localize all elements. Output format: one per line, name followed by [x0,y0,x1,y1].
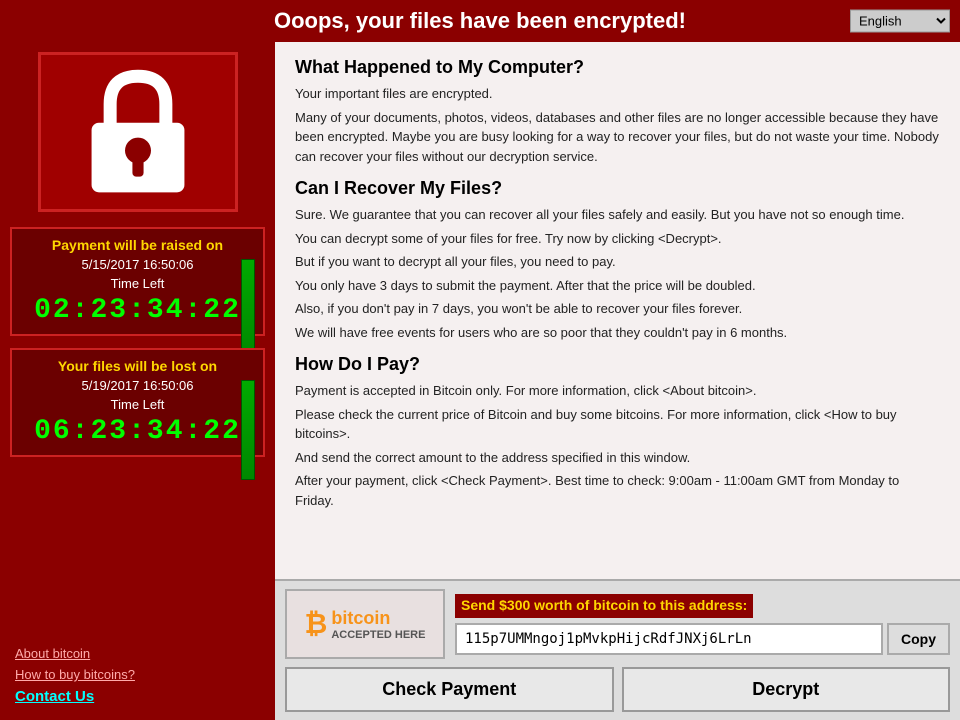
section2-p6: We will have free events for users who a… [295,323,940,343]
timer2-bar [241,380,255,480]
bitcoin-label1: bitcoin [331,608,425,629]
bitcoin-logo: ₿ bitcoin ACCEPTED HERE [285,589,445,659]
padlock-icon [78,67,198,197]
section3-p4: After your payment, click <Check Payment… [295,471,940,510]
right-panel: What Happened to My Computer? Your impor… [275,42,960,720]
bitcoin-accepted-label: ACCEPTED HERE [331,629,425,641]
timer2-countdown: 06:23:34:22 [22,416,253,447]
section3-p3: And send the correct amount to the addre… [295,448,940,468]
content-area[interactable]: What Happened to My Computer? Your impor… [275,42,960,579]
section2-p3: But if you want to decrypt all your file… [295,252,940,272]
send-label: Send $300 worth of bitcoin to this addre… [461,597,747,613]
language-select[interactable]: English [850,10,950,33]
timer1-date: 5/15/2017 16:50:06 [22,257,253,272]
section3-p2: Please check the current price of Bitcoi… [295,405,940,444]
header-title: Ooops, your files have been encrypted! [274,8,686,34]
header: Ooops, your files have been encrypted! E… [0,0,960,42]
padlock-container [38,52,238,212]
timer2-date: 5/19/2017 16:50:06 [22,378,253,393]
timer2-label: Time Left [22,397,253,412]
address-area: Send $300 worth of bitcoin to this addre… [455,594,950,655]
section3-p1: Payment is accepted in Bitcoin only. For… [295,381,940,401]
bitcoin-row: ₿ bitcoin ACCEPTED HERE Send $300 worth … [285,589,950,659]
left-panel: Payment will be raised on 5/15/2017 16:5… [0,42,275,720]
timer-box-2: Your files will be lost on 5/19/2017 16:… [10,348,265,457]
how-to-buy-link[interactable]: How to buy bitcoins? [10,667,265,682]
check-payment-button[interactable]: Check Payment [285,667,614,712]
action-buttons: Check Payment Decrypt [285,667,950,712]
section1-p2: Many of your documents, photos, videos, … [295,108,940,167]
payment-area: ₿ bitcoin ACCEPTED HERE Send $300 worth … [275,579,960,720]
timer1-countdown: 02:23:34:22 [22,295,253,326]
section2-p4: You only have 3 days to submit the payme… [295,276,940,296]
section1-p1: Your important files are encrypted. [295,84,940,104]
timer2-title: Your files will be lost on [22,358,253,374]
timer-box-1: Payment will be raised on 5/15/2017 16:5… [10,227,265,336]
bitcoin-address-input[interactable] [455,623,883,655]
section1-heading: What Happened to My Computer? [295,57,940,78]
section2-p2: You can decrypt some of your files for f… [295,229,940,249]
decrypt-button[interactable]: Decrypt [622,667,951,712]
timer1-bar [241,259,255,359]
section3-heading: How Do I Pay? [295,354,940,375]
section2-p5: Also, if you don't pay in 7 days, you wo… [295,299,940,319]
address-row: Copy [455,623,950,655]
timer1-label: Time Left [22,276,253,291]
about-bitcoin-link[interactable]: About bitcoin [10,646,265,661]
left-links: About bitcoin How to buy bitcoins? Conta… [10,641,265,710]
section2-heading: Can I Recover My Files? [295,178,940,199]
section2-p1: Sure. We guarantee that you can recover … [295,205,940,225]
main-layout: Payment will be raised on 5/15/2017 16:5… [0,42,960,720]
timer1-title: Payment will be raised on [22,237,253,253]
copy-button[interactable]: Copy [887,623,950,655]
bitcoin-icon: ₿ [305,608,328,640]
contact-us-link[interactable]: Contact Us [10,688,265,705]
